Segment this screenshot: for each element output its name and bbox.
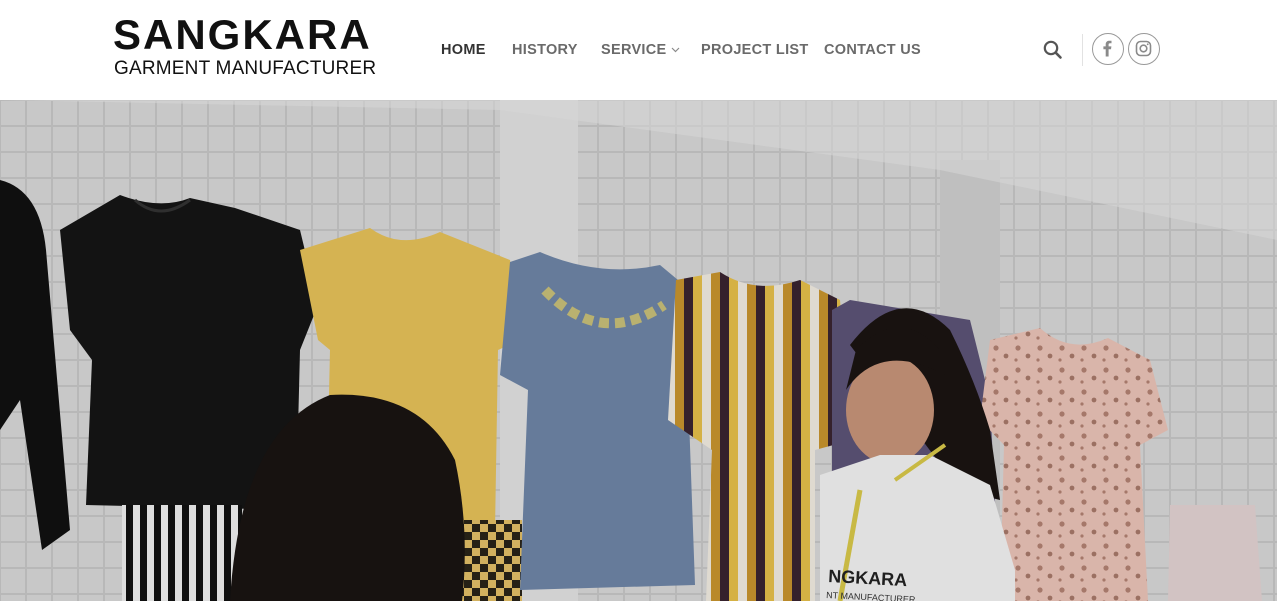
nav-home[interactable]: HOME <box>441 39 486 61</box>
logo-title: SANGKARA <box>113 11 372 58</box>
search-icon[interactable] <box>1042 39 1064 61</box>
nav-history[interactable]: HISTORY <box>512 39 578 61</box>
header-divider <box>1082 34 1083 66</box>
hero-image: NGKARA NT MANUFACTURER <box>0 100 1277 601</box>
logo-subtitle: GARMENT MANUFACTURER <box>114 58 377 79</box>
nav-service-label: SERVICE <box>601 42 667 58</box>
site-logo[interactable]: SANGKARA GARMENT MANUFACTURER <box>113 12 413 80</box>
site-header: SANGKARA GARMENT MANUFACTURER HOME HISTO… <box>0 0 1277 100</box>
nav-service[interactable]: SERVICE <box>601 39 680 61</box>
facebook-icon[interactable] <box>1092 33 1124 65</box>
nav-project-list[interactable]: PROJECT LIST <box>701 39 809 61</box>
nav-contact-us[interactable]: CONTACT US <box>824 39 921 61</box>
hero-illustration: NGKARA NT MANUFACTURER <box>0 100 1277 601</box>
instagram-icon[interactable] <box>1128 33 1160 65</box>
chevron-down-icon <box>671 47 679 53</box>
